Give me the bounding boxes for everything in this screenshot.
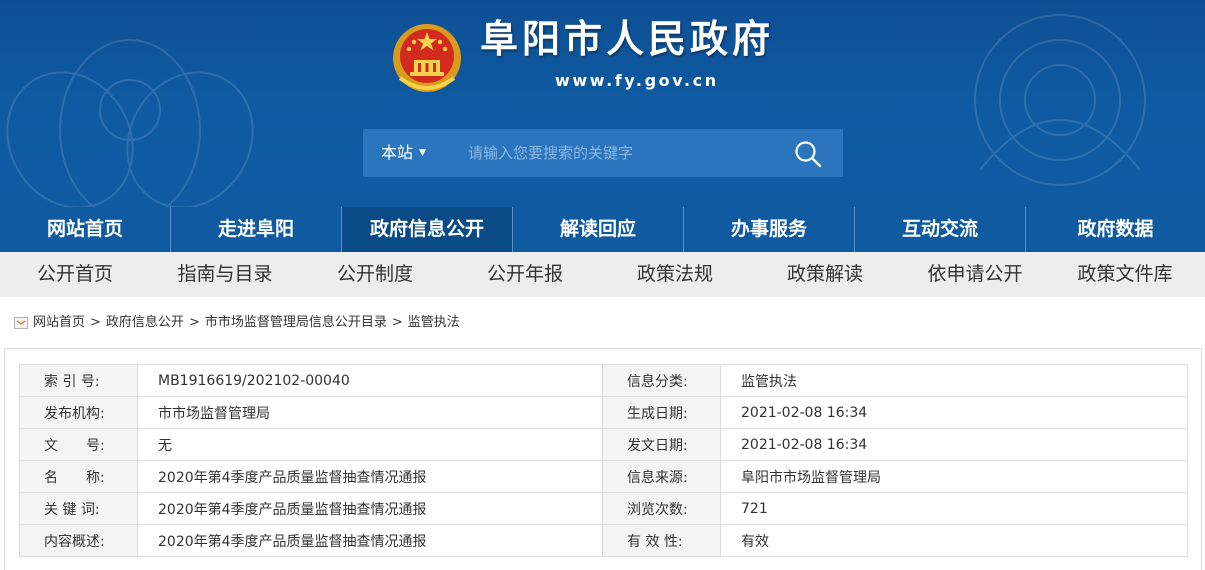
field-value: 阜阳市市场监督管理局 xyxy=(720,460,1188,493)
field-value: 2021-02-08 16:34 xyxy=(720,396,1188,429)
breadcrumb-current[interactable]: 监管执法 xyxy=(408,312,460,334)
breadcrumb-catalog[interactable]: 市市场监督管理局信息公开目录 xyxy=(205,312,387,334)
breadcrumb-separator: > xyxy=(188,315,200,330)
field-label: 信息来源: xyxy=(602,460,721,493)
field-label: 发文日期: xyxy=(602,428,721,461)
location-icon xyxy=(14,317,28,329)
site-title: 阜阳市人民政府 xyxy=(480,17,775,61)
field-value: 2020年第4季度产品质量监督抽查情况通报 xyxy=(137,524,603,557)
nav-item-gov-data[interactable]: 政府数据 xyxy=(1026,207,1205,252)
field-value: 2020年第4季度产品质量监督抽查情况通报 xyxy=(137,492,603,525)
table-row: 名 称: 2020年第4季度产品质量监督抽查情况通报 信息来源: 阜阳市市场监督… xyxy=(19,460,1188,493)
field-value: 监管执法 xyxy=(720,364,1188,397)
search-scope-dropdown[interactable]: 本站 ▼ xyxy=(381,129,426,177)
field-label: 信息分类: xyxy=(602,364,721,397)
field-label: 内容概述: xyxy=(19,524,138,557)
nav-item-interpretation[interactable]: 解读回应 xyxy=(513,207,684,252)
header-banner: 阜阳市人民政府 www.fy.gov.cn 本站 ▼ xyxy=(0,0,1205,207)
field-label: 有 效 性: xyxy=(602,524,721,557)
subnav-item-policy-interpretation[interactable]: 政策解读 xyxy=(750,252,900,297)
breadcrumb-gov-info[interactable]: 政府信息公开 xyxy=(106,312,184,334)
search-scope-label: 本站 xyxy=(381,143,414,162)
field-value: 市市场监督管理局 xyxy=(137,396,603,429)
subnav-item-annual-report[interactable]: 公开年报 xyxy=(450,252,600,297)
subnav-item-disclosure-system[interactable]: 公开制度 xyxy=(300,252,450,297)
breadcrumb-separator: > xyxy=(90,315,101,330)
nav-item-services[interactable]: 办事服务 xyxy=(684,207,855,252)
breadcrumb-separator: > xyxy=(391,315,403,330)
field-value: 2021-02-08 16:34 xyxy=(720,428,1188,461)
table-row: 索 引 号: MB1916619/202102-00040 信息分类: 监管执法 xyxy=(19,364,1188,397)
decorative-flower-right xyxy=(974,14,1146,186)
field-value: 无 xyxy=(137,428,603,461)
caret-down-icon: ▼ xyxy=(419,148,426,158)
field-value: 2020年第4季度产品质量监督抽查情况通报 xyxy=(137,460,603,493)
main-nav: 网站首页 走进阜阳 政府信息公开 解读回应 办事服务 互动交流 政府数据 xyxy=(0,207,1205,252)
field-label: 发布机构: xyxy=(19,396,138,429)
sub-nav: 公开首页 指南与目录 公开制度 公开年报 政策法规 政策解读 依申请公开 政策文… xyxy=(0,252,1205,297)
field-label: 生成日期: xyxy=(602,396,721,429)
field-label: 名 称: xyxy=(19,460,138,493)
search-bar: 本站 ▼ xyxy=(363,129,843,177)
subnav-item-disclosure-home[interactable]: 公开首页 xyxy=(0,252,150,297)
subnav-item-apply-disclosure[interactable]: 依申请公开 xyxy=(900,252,1050,297)
field-value: 721 xyxy=(720,492,1188,525)
subnav-item-policies-regulations[interactable]: 政策法规 xyxy=(600,252,750,297)
breadcrumb-home[interactable]: 网站首页 xyxy=(33,312,85,334)
subnav-item-policy-library[interactable]: 政策文件库 xyxy=(1050,252,1200,297)
site-url: www.fy.gov.cn xyxy=(555,71,719,90)
breadcrumb: 网站首页 > 政府信息公开 > 市市场监督管理局信息公开目录 > 监管执法 xyxy=(14,312,460,334)
subnav-item-guide-catalog[interactable]: 指南与目录 xyxy=(150,252,300,297)
nav-item-home[interactable]: 网站首页 xyxy=(0,207,171,252)
national-emblem-icon xyxy=(393,24,461,92)
info-table: 索 引 号: MB1916619/202102-00040 信息分类: 监管执法… xyxy=(19,364,1188,557)
info-panel: 索 引 号: MB1916619/202102-00040 信息分类: 监管执法… xyxy=(4,348,1202,570)
field-label: 文 号: xyxy=(19,428,138,461)
field-value: MB1916619/202102-00040 xyxy=(137,364,603,397)
nav-item-about-fuyang[interactable]: 走进阜阳 xyxy=(171,207,342,252)
table-row: 关 键 词: 2020年第4季度产品质量监督抽查情况通报 浏览次数: 721 xyxy=(19,492,1188,525)
field-value: 有效 xyxy=(720,524,1188,557)
table-row: 发布机构: 市市场监督管理局 生成日期: 2021-02-08 16:34 xyxy=(19,396,1188,429)
nav-item-gov-info-disclosure[interactable]: 政府信息公开 xyxy=(342,207,513,252)
table-row: 文 号: 无 发文日期: 2021-02-08 16:34 xyxy=(19,428,1188,461)
field-label: 浏览次数: xyxy=(602,492,721,525)
search-icon[interactable] xyxy=(793,139,823,169)
nav-item-interaction[interactable]: 互动交流 xyxy=(855,207,1026,252)
field-label: 关 键 词: xyxy=(19,492,138,525)
search-input[interactable] xyxy=(468,138,768,168)
table-row: 内容概述: 2020年第4季度产品质量监督抽查情况通报 有 效 性: 有效 xyxy=(19,524,1188,557)
field-label: 索 引 号: xyxy=(19,364,138,397)
decorative-flower-left xyxy=(6,39,254,207)
